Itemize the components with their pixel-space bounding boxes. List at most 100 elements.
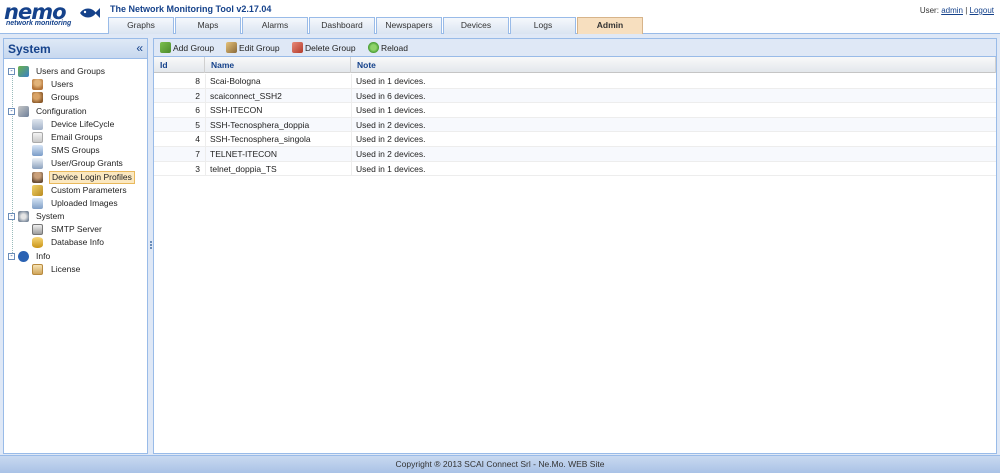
column-header-id[interactable]: Id — [154, 57, 205, 73]
tree-node-email-groups[interactable]: Email Groups — [4, 131, 147, 144]
configuration-icon — [18, 105, 29, 117]
app-header: nemo network monitoring The Network Moni… — [0, 0, 1000, 34]
table-row[interactable]: 8 Scai-Bologna Used in 1 devices. — [154, 74, 996, 89]
tree-node-device-lifecycle[interactable]: Device LifeCycle — [4, 118, 147, 131]
table-row[interactable]: 3 telnet_doppia_TS Used in 1 devices. — [154, 161, 996, 177]
collapse-toggle-icon[interactable]: - — [8, 252, 15, 260]
collapse-toggle-icon[interactable]: - — [8, 107, 15, 115]
sidebar-header: System « — [4, 39, 147, 59]
reload-icon — [368, 42, 379, 53]
tab-admin[interactable]: Admin — [577, 17, 643, 34]
collapse-toggle-icon[interactable]: - — [8, 213, 15, 221]
table-row[interactable]: 5 SSH-Tecnosphera_doppia Used in 2 devic… — [154, 117, 996, 133]
row-name: SSH-Tecnosphera_doppia — [205, 117, 350, 133]
table-row[interactable]: 6 SSH-ITECON Used in 1 devices. — [154, 103, 996, 118]
tab-maps[interactable]: Maps — [175, 17, 241, 34]
email-icon — [32, 131, 43, 143]
tree-node-configuration[interactable]: - Configuration — [4, 105, 147, 118]
admin-tree: - Users and Groups Users Groups - Config… — [4, 59, 147, 276]
splitter-grip-icon[interactable] — [150, 241, 152, 249]
tree-node-label: SMTP Server — [51, 224, 102, 235]
parameters-icon — [32, 184, 43, 196]
tree-node-label: Uploaded Images — [51, 197, 118, 208]
edit-group-label: Edit Group — [239, 43, 280, 53]
tree-node-license[interactable]: License — [4, 263, 147, 276]
row-id: 7 — [195, 148, 200, 159]
add-group-icon — [160, 42, 171, 53]
table-row[interactable]: 2 scaiconnect_SSH2 Used in 6 devices. — [154, 88, 996, 104]
tree-node-label: Configuration — [36, 105, 87, 116]
tree-node-users-and-groups[interactable]: - Users and Groups — [4, 65, 147, 78]
delete-group-button[interactable]: Delete Group — [292, 41, 356, 55]
row-id: 3 — [195, 163, 200, 174]
row-name: SSH-ITECON — [205, 103, 350, 118]
grid-toolbar: Add Group Edit Group Delete Group Reload — [154, 39, 996, 57]
tab-logs[interactable]: Logs — [510, 17, 576, 34]
logo-subtitle: network monitoring — [6, 20, 72, 27]
tab-graphs[interactable]: Graphs — [108, 17, 174, 34]
license-icon — [32, 263, 43, 275]
tree-node-sms-groups[interactable]: SMS Groups — [4, 144, 147, 157]
grid-header: Id Name Note — [154, 57, 996, 73]
column-header-name[interactable]: Name — [205, 57, 351, 73]
group-icon — [32, 92, 43, 104]
row-name: telnet_doppia_TS — [205, 161, 350, 177]
info-icon — [18, 250, 29, 262]
add-group-button[interactable]: Add Group — [160, 41, 214, 55]
tree-node-groups[interactable]: Groups — [4, 91, 147, 104]
collapse-toggle-icon[interactable]: - — [8, 68, 15, 75]
footer-copyright[interactable]: Copyright ® 2013 SCAI Connect Srl - Ne.M… — [396, 459, 605, 469]
row-note: Used in 1 devices. — [351, 74, 581, 89]
tree-node-label: Database Info — [51, 237, 104, 248]
row-note: Used in 1 devices. — [351, 103, 581, 118]
login-profiles-panel: Add Group Edit Group Delete Group Reload… — [153, 38, 997, 454]
row-note: Used in 2 devices. — [351, 117, 581, 133]
row-name: TELNET-ITECON — [205, 146, 350, 162]
tree-node-system[interactable]: - System — [4, 210, 147, 223]
collapse-icon[interactable]: « — [136, 41, 143, 55]
tree-node-device-login-profiles[interactable]: Device Login Profiles — [4, 170, 147, 184]
tab-dashboard[interactable]: Dashboard — [309, 17, 375, 34]
row-name: Scai-Bologna — [205, 74, 350, 89]
column-header-note[interactable]: Note — [351, 57, 996, 73]
nemo-logo[interactable]: nemo network monitoring — [4, 0, 104, 32]
logout-link[interactable]: Logout — [970, 6, 994, 15]
tree-node-label: License — [51, 263, 81, 274]
tree-node-database-info[interactable]: Database Info — [4, 236, 147, 249]
smtp-icon — [32, 224, 43, 236]
user-name-link[interactable]: admin — [941, 6, 963, 15]
fish-logo-icon — [80, 8, 100, 18]
tree-node-info[interactable]: - Info — [4, 250, 147, 263]
page-footer: Copyright ® 2013 SCAI Connect Srl - Ne.M… — [0, 455, 1000, 473]
tree-node-label: Info — [36, 250, 51, 261]
sms-icon — [32, 145, 43, 157]
tree-node-uploaded-images[interactable]: Uploaded Images — [4, 197, 147, 210]
tree-node-custom-parameters[interactable]: Custom Parameters — [4, 184, 147, 197]
system-gear-icon — [18, 211, 29, 223]
grants-icon — [32, 158, 43, 170]
system-sidebar: System « - Users and Groups Users Groups… — [3, 38, 148, 454]
reload-label: Reload — [381, 43, 408, 53]
tab-alarms[interactable]: Alarms — [242, 17, 308, 34]
tree-node-smtp-server[interactable]: SMTP Server — [4, 223, 147, 236]
tree-node-user-group-grants[interactable]: User/Group Grants — [4, 157, 147, 170]
table-row[interactable]: 4 SSH-Tecnosphera_singola Used in 2 devi… — [154, 132, 996, 147]
images-icon — [32, 197, 43, 209]
row-note: Used in 1 devices. — [351, 161, 581, 177]
row-note: Used in 6 devices. — [351, 88, 581, 104]
tree-node-label: Device Login Profiles — [49, 170, 135, 184]
tab-devices[interactable]: Devices — [443, 17, 509, 34]
main-tabs: Graphs Maps Alarms Dashboard Newspapers … — [108, 17, 644, 34]
tab-newspapers[interactable]: Newspapers — [376, 17, 442, 34]
database-icon — [32, 237, 43, 249]
tree-node-label: Custom Parameters — [51, 184, 127, 195]
row-note: Used in 2 devices. — [351, 132, 581, 147]
tree-node-users[interactable]: Users — [4, 78, 147, 91]
table-row[interactable]: 7 TELNET-ITECON Used in 2 devices. — [154, 146, 996, 162]
sidebar-title: System — [8, 42, 51, 56]
delete-group-icon — [292, 42, 303, 53]
reload-button[interactable]: Reload — [368, 41, 408, 55]
edit-group-button[interactable]: Edit Group — [226, 41, 280, 55]
tree-node-label: Email Groups — [51, 131, 103, 142]
tree-node-label: SMS Groups — [51, 145, 100, 156]
